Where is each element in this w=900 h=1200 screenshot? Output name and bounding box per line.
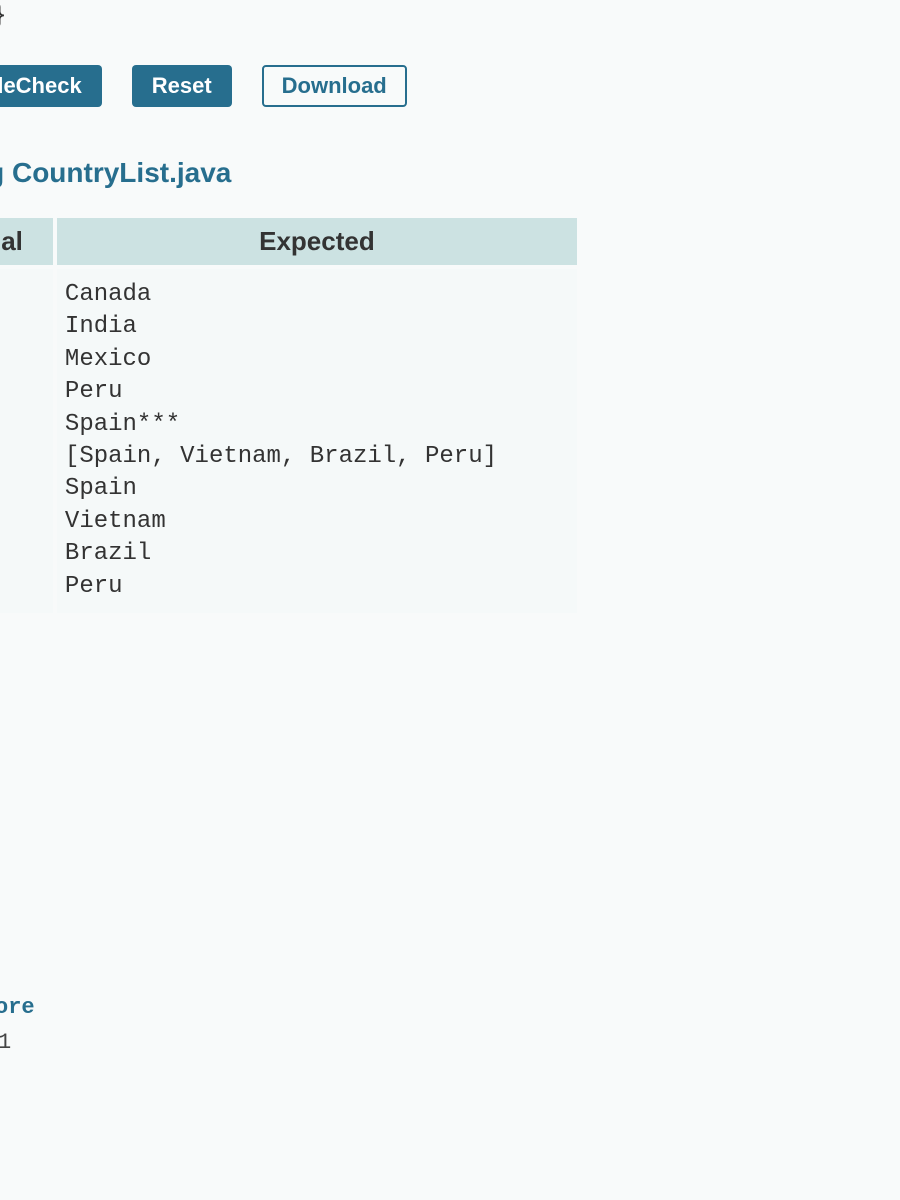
- table-row: da a co Canada India Mexico Peru Spain**…: [0, 269, 577, 613]
- code-tail-line: 9 }: [0, 0, 900, 45]
- column-header-actual: ıal: [0, 218, 53, 265]
- page-title: ng CountryList.java: [0, 147, 900, 214]
- score-value: 1: [0, 1030, 11, 1055]
- reset-button[interactable]: Reset: [132, 65, 232, 107]
- button-row: deCheck Reset Download: [0, 45, 900, 147]
- results-table: ıal Expected da a co Canada India Mexico…: [0, 214, 581, 617]
- expected-output-cell: Canada India Mexico Peru Spain*** [Spain…: [57, 269, 577, 613]
- actual-output-cell: da a co: [0, 269, 53, 613]
- column-header-expected: Expected: [57, 218, 577, 265]
- download-button[interactable]: Download: [262, 65, 407, 107]
- codecheck-button[interactable]: deCheck: [0, 65, 102, 107]
- score-label-fragment: ore: [0, 995, 35, 1020]
